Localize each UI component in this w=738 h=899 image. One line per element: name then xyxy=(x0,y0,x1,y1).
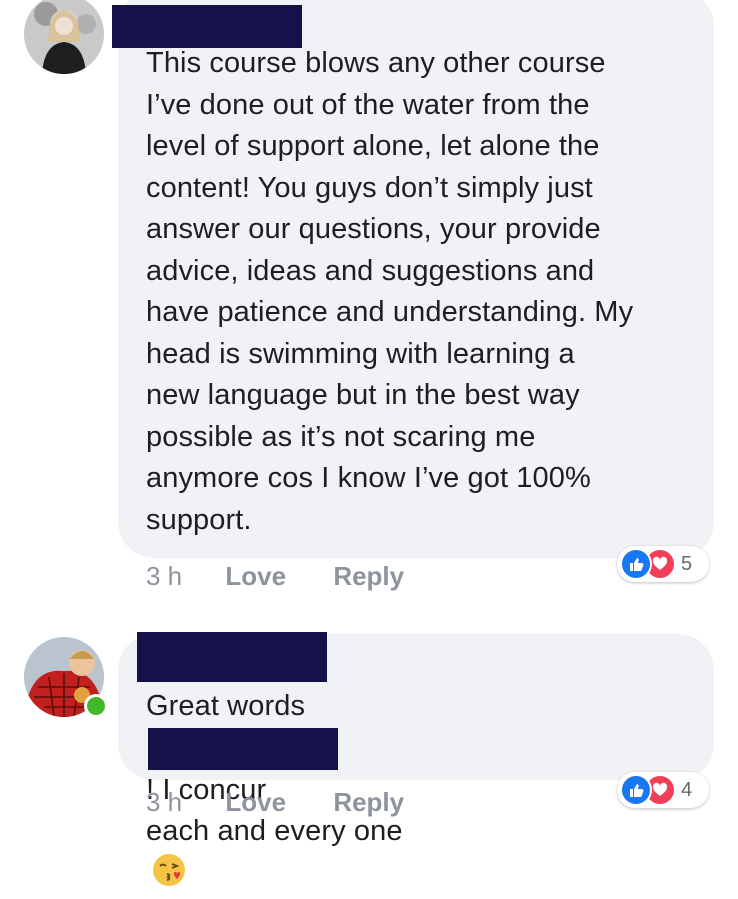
reaction-summary[interactable]: 5 xyxy=(617,546,709,582)
love-button[interactable]: Love xyxy=(225,787,286,818)
comment-line: answer our questions, your provide xyxy=(146,213,601,245)
comment-line: level of support alone, let alone the xyxy=(146,130,600,162)
comment-line: This course blows any other course xyxy=(146,47,606,79)
comment-line: have patience and understanding. My xyxy=(146,296,634,328)
redacted-commenter-name xyxy=(137,632,327,682)
comment-line: possible as it’s not scaring me xyxy=(146,420,536,453)
comment-line: support. xyxy=(146,503,252,536)
reply-button[interactable]: Reply xyxy=(333,787,404,818)
comment-text-part: each and every one xyxy=(146,815,403,847)
reaction-summary[interactable]: 4 xyxy=(617,772,709,808)
kissing-face-emoji-icon xyxy=(152,853,186,887)
comment-timestamp[interactable]: 3 h xyxy=(146,561,182,592)
comment-line: each and every one xyxy=(146,811,403,887)
comment-text-part: Great words xyxy=(146,690,306,722)
comment-actions: 3 h Love Reply xyxy=(146,787,404,818)
comment-text: This course blows any other course I’ve … xyxy=(146,43,633,541)
thumbs-up-icon xyxy=(620,548,652,580)
redacted-mention xyxy=(148,727,338,770)
online-status-indicator xyxy=(84,694,108,718)
comment-line: advice, ideas and suggestions and xyxy=(146,254,595,287)
thumbs-up-icon xyxy=(620,774,652,806)
comment-line: head is swimming with learning a xyxy=(146,337,575,370)
comment-line: new language but in the best way xyxy=(146,379,580,411)
comment-line: I’ve done out of the water from the xyxy=(146,88,590,121)
reaction-count: 5 xyxy=(681,552,693,575)
reaction-count: 4 xyxy=(681,778,693,801)
comment-actions: 3 h Love Reply xyxy=(146,561,404,592)
love-button[interactable]: Love xyxy=(225,561,286,592)
reply-button[interactable]: Reply xyxy=(333,561,404,592)
commenter-avatar[interactable] xyxy=(24,0,104,74)
comment-line: content! You guys don’t simply just xyxy=(146,171,593,204)
redacted-commenter-name xyxy=(112,5,302,48)
comment-timestamp[interactable]: 3 h xyxy=(146,787,182,818)
comment-line: anymore cos I know I’ve got 100% xyxy=(146,462,591,494)
